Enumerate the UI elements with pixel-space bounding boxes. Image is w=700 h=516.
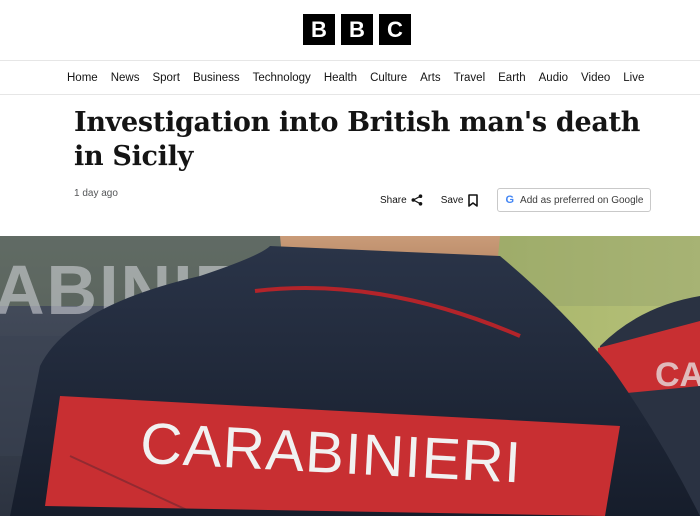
logo-letter-c: C bbox=[379, 14, 411, 45]
logo-letter-b1: B bbox=[303, 14, 335, 45]
logo-letter-b2: B bbox=[341, 14, 373, 45]
save-label: Save bbox=[440, 194, 464, 206]
hero-photo: ABINIER CA CARABINIERI bbox=[0, 236, 700, 516]
nav-item-technology[interactable]: Technology bbox=[253, 72, 311, 84]
nav-item-arts[interactable]: Arts bbox=[420, 72, 440, 84]
add-preferred-google-button[interactable]: G Add as preferred on Google bbox=[497, 188, 652, 212]
article-headline: Investigation into British man's death i… bbox=[74, 107, 641, 172]
nav-item-video[interactable]: Video bbox=[581, 72, 610, 84]
bookmark-icon bbox=[468, 193, 479, 207]
nav-item-health[interactable]: Health bbox=[324, 72, 357, 84]
bbc-logo[interactable]: B B C bbox=[303, 14, 411, 45]
main-nav: Home News Sport Business Technology Heal… bbox=[0, 60, 700, 95]
nav-item-business[interactable]: Business bbox=[193, 72, 240, 84]
nav-item-audio[interactable]: Audio bbox=[539, 72, 568, 84]
hero-image: ABINIER CA CARABINIERI bbox=[0, 236, 700, 516]
share-button[interactable]: Share bbox=[380, 194, 423, 206]
nav-item-live[interactable]: Live bbox=[623, 72, 644, 84]
nav-item-earth[interactable]: Earth bbox=[498, 72, 526, 84]
right-jacket-text: CA bbox=[655, 356, 700, 394]
nav-item-news[interactable]: News bbox=[111, 72, 140, 84]
nav-item-culture[interactable]: Culture bbox=[370, 72, 407, 84]
google-button-label: Add as preferred on Google bbox=[520, 194, 644, 206]
save-button[interactable]: Save bbox=[440, 193, 480, 207]
nav-item-home[interactable]: Home bbox=[67, 72, 98, 84]
article-actions: Share Save G Add as preferred on Google bbox=[380, 188, 652, 212]
nav-item-sport[interactable]: Sport bbox=[152, 72, 180, 84]
share-icon bbox=[411, 194, 422, 206]
article-timestamp: 1 day ago bbox=[74, 188, 118, 199]
share-label: Share bbox=[380, 194, 407, 206]
nav-item-travel[interactable]: Travel bbox=[454, 72, 486, 84]
google-icon: G bbox=[505, 194, 515, 206]
